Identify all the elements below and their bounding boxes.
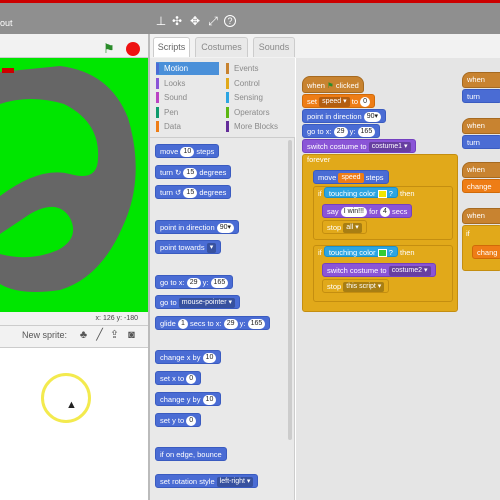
when-down-key-block[interactable]: when xyxy=(462,208,500,224)
stop-all-block[interactable]: stop all ▾ xyxy=(322,220,367,234)
sprite-library-icon[interactable]: ♣ xyxy=(77,328,90,342)
palette-point-towards-block[interactable]: point towards ▾ xyxy=(155,240,222,254)
y-label: y: xyxy=(116,315,123,322)
category-operators[interactable]: Operators xyxy=(226,106,292,119)
category-pen[interactable]: Pen xyxy=(156,106,219,119)
set-speed-block[interactable]: set speed ▾ to 0 xyxy=(302,94,375,108)
move-speed-block[interactable]: move speed steps xyxy=(313,170,389,184)
sprite-list xyxy=(0,348,148,500)
upload-icon[interactable]: ⇪ xyxy=(108,328,121,342)
green-color-chip xyxy=(377,249,387,258)
stop-icon[interactable] xyxy=(126,42,140,56)
green-flag-icon: ⚑ xyxy=(327,81,334,90)
x-label: x: xyxy=(95,315,101,322)
palette-turn-left-block[interactable]: turn ↺ 15 degrees xyxy=(155,185,232,199)
window-titlebar: out ⊥ ✣ ✥ ⤢ ? xyxy=(0,0,500,34)
when-left-key-block[interactable]: when xyxy=(462,118,500,134)
expand-icon[interactable]: ✣ xyxy=(170,14,184,28)
say-block[interactable]: say I win!!! for 4 secs xyxy=(322,204,413,218)
new-sprite-label: New sprite: xyxy=(22,330,68,340)
palette-set-x-block[interactable]: set x to 0 xyxy=(155,371,202,385)
help-icon[interactable]: ? xyxy=(224,15,236,27)
rotate-left-icon: ↺ xyxy=(175,188,182,197)
when-up-key-block[interactable]: when xyxy=(462,72,500,88)
change-block-2[interactable]: chang xyxy=(472,245,500,259)
palette-move-block[interactable]: move 10 steps xyxy=(155,144,220,158)
palette-change-x-block[interactable]: change x by 10 xyxy=(155,350,222,364)
when-key-block[interactable]: when xyxy=(462,162,500,178)
stage-canvas[interactable] xyxy=(0,58,148,312)
category-sensing[interactable]: Sensing xyxy=(226,91,292,104)
mouse-cursor-icon: ▲ xyxy=(66,399,77,411)
if-green-header: if touching color ? then xyxy=(318,246,415,258)
y-value: -180 xyxy=(123,315,138,322)
palette-goto-block[interactable]: go to mouse-pointer ▾ xyxy=(155,295,240,309)
category-events[interactable]: Events xyxy=(226,62,292,75)
if-label-partial: if xyxy=(466,229,470,238)
palette-set-y-block[interactable]: set y to 0 xyxy=(155,413,202,427)
category-sound[interactable]: Sound xyxy=(156,91,219,104)
palette-rotation-style-block[interactable]: set rotation style left-right ▾ xyxy=(155,474,259,488)
zoom-in-icon[interactable]: ⤢ xyxy=(206,14,220,28)
switch-costume-block[interactable]: switch costume to costume1 ▾ xyxy=(302,139,416,153)
green-flag-icon[interactable]: ⚑ xyxy=(103,41,115,57)
palette-edge-bounce-block[interactable]: if on edge, bounce xyxy=(155,447,227,461)
turn-block-2[interactable]: turn xyxy=(462,135,500,149)
yellow-color-chip xyxy=(377,190,387,199)
stop-script-block[interactable]: stop this script ▾ xyxy=(322,279,390,293)
category-motion[interactable]: Motion xyxy=(156,62,219,75)
cursor-highlight-ring xyxy=(41,373,91,423)
forever-label: forever xyxy=(307,155,331,164)
palette-change-y-block[interactable]: change y by 10 xyxy=(155,392,222,406)
shrink-icon[interactable]: ✥ xyxy=(188,14,202,28)
when-flag-clicked-block[interactable]: when ⚑ clicked xyxy=(302,76,364,93)
point-direction-block[interactable]: point in direction 90▾ xyxy=(302,109,387,123)
tab-scripts[interactable]: Scripts xyxy=(153,37,190,57)
stamp-icon[interactable]: ⊥ xyxy=(154,14,168,28)
title-accent-bar xyxy=(0,0,500,3)
palette-glide-block[interactable]: glide 1 secs to x: 29 y: 165 xyxy=(155,316,271,330)
palette-point-direction-block[interactable]: point in direction 90▾ xyxy=(155,220,240,234)
window-title: out xyxy=(0,18,13,28)
change-block[interactable]: change xyxy=(462,179,500,193)
category-selector: Motion Looks Sound Pen Data Events Contr… xyxy=(150,58,295,138)
category-control[interactable]: Control xyxy=(226,77,292,90)
switch-costume2-block[interactable]: switch costume to costume2 ▾ xyxy=(322,263,436,277)
category-data[interactable]: Data xyxy=(156,120,219,133)
x-value: 126 xyxy=(102,315,115,322)
camera-icon[interactable]: ◙ xyxy=(125,328,138,342)
race-track-drawing xyxy=(0,66,136,292)
car-sprite[interactable] xyxy=(2,68,14,73)
goto-xy-block[interactable]: go to x: 29 y: 165 xyxy=(302,124,381,138)
tab-costumes[interactable]: Costumes xyxy=(195,37,248,57)
paint-brush-icon[interactable]: ╱ xyxy=(93,328,106,342)
category-looks[interactable]: Looks xyxy=(156,77,219,90)
tab-sounds[interactable]: Sounds xyxy=(253,37,295,57)
mouse-coordinates: x: 126 y: -180 xyxy=(0,312,148,326)
palette-goto-xy-block[interactable]: go to x: 29 y: 165 xyxy=(155,275,234,289)
palette-turn-right-block[interactable]: turn ↻ 15 degrees xyxy=(155,165,232,179)
palette-scrollbar[interactable] xyxy=(288,140,292,440)
if-yellow-header: if touching color ? then xyxy=(318,187,415,199)
turn-block-1[interactable]: turn xyxy=(462,89,500,103)
rotate-right-icon: ↻ xyxy=(175,168,182,177)
category-more-blocks[interactable]: More Blocks xyxy=(226,120,292,133)
